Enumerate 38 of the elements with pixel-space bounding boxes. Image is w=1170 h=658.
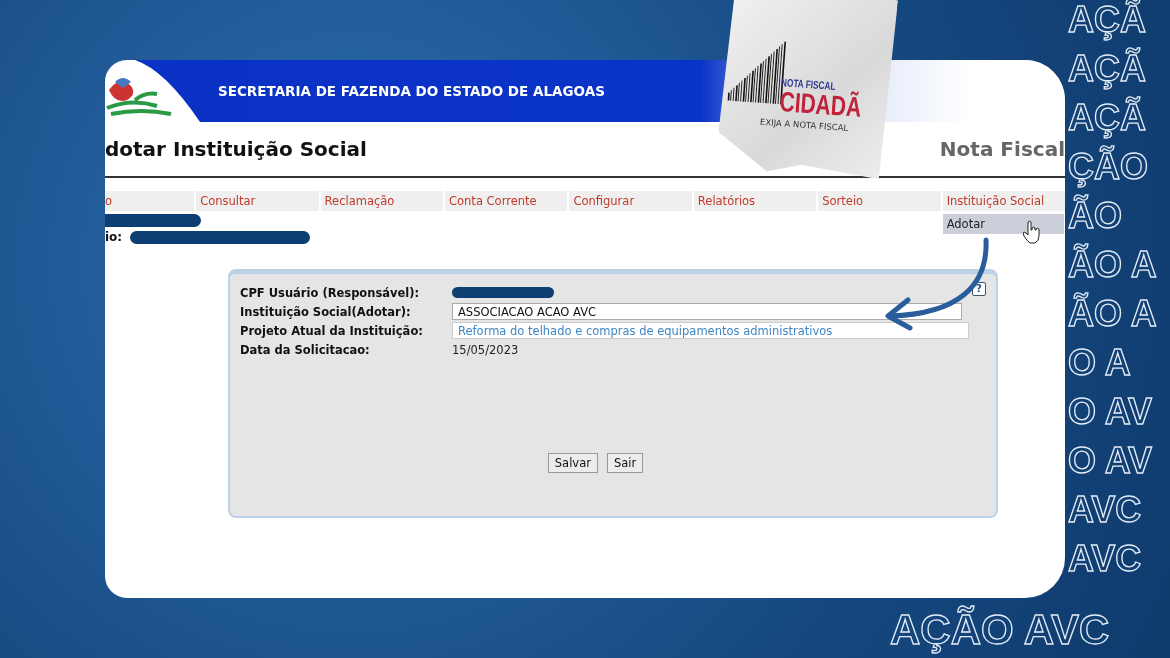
input-field[interactable]: Reforma do telhado e compras de equipamentos administrativos	[452, 322, 969, 339]
pattern-text: O AV	[1067, 390, 1154, 434]
pattern-text: AÇÃ	[1067, 46, 1147, 92]
menu-item[interactable]: Consultar	[196, 191, 319, 211]
user-label: io:	[105, 230, 123, 244]
field-value: 15/05/2023	[452, 342, 519, 357]
banner-title: SECRETARIA DE FAZENDA DO ESTADO DE ALAGOAS	[218, 83, 605, 99]
pattern-text: O AV	[1067, 439, 1154, 483]
pattern-text: ÃO A	[1067, 291, 1158, 336]
form-button[interactable]: Sair	[606, 453, 644, 473]
logo-tagline: EXIJA A NOTA FISCAL	[759, 116, 849, 133]
menu-item[interactable]: Relatórios	[693, 191, 817, 211]
menu-item[interactable]: Configurar	[569, 191, 692, 211]
pattern-text: ÃO A	[1067, 242, 1158, 287]
submenu-item[interactable]: Adotar	[942, 214, 1064, 234]
logo-title: NOTA FISCAL	[780, 76, 836, 92]
field-label: CPF Usuário (Responsável):	[240, 285, 421, 300]
brand-title: Nota Fiscal	[939, 137, 1065, 161]
slogan-text: AÇÃO AVC	[889, 604, 1111, 656]
pattern-text: AVC	[1067, 488, 1143, 532]
pattern-text: AVC	[1067, 537, 1143, 581]
menu-item[interactable]: o	[105, 191, 195, 211]
form-button[interactable]: Salvar	[547, 453, 598, 473]
menu-item[interactable]: Instituição Social	[942, 191, 1065, 211]
hand-cursor-icon	[1023, 220, 1041, 244]
pattern-text: ÇÃO	[1067, 144, 1149, 190]
field-label: Instituição Social(Adotar):	[240, 304, 412, 319]
pattern-text: AÇÃ	[1067, 0, 1147, 43]
input-field[interactable]: ASSOCIACAO ACAO AVC	[452, 303, 962, 320]
field-label: Data da Solicitacao:	[240, 342, 371, 357]
field-label: Projeto Atual da Instituição:	[240, 323, 424, 338]
menu-item[interactable]: Conta Corrente	[445, 191, 568, 211]
pattern-text: ÃO	[1067, 193, 1123, 238]
menu-item[interactable]: Reclamação	[320, 191, 443, 211]
menu-item[interactable]: Sorteio	[818, 191, 941, 211]
pattern-text: AÇÃ	[1067, 95, 1147, 141]
page-title: dotar Instituição Social	[105, 137, 367, 161]
pattern-text: O A	[1067, 341, 1132, 385]
